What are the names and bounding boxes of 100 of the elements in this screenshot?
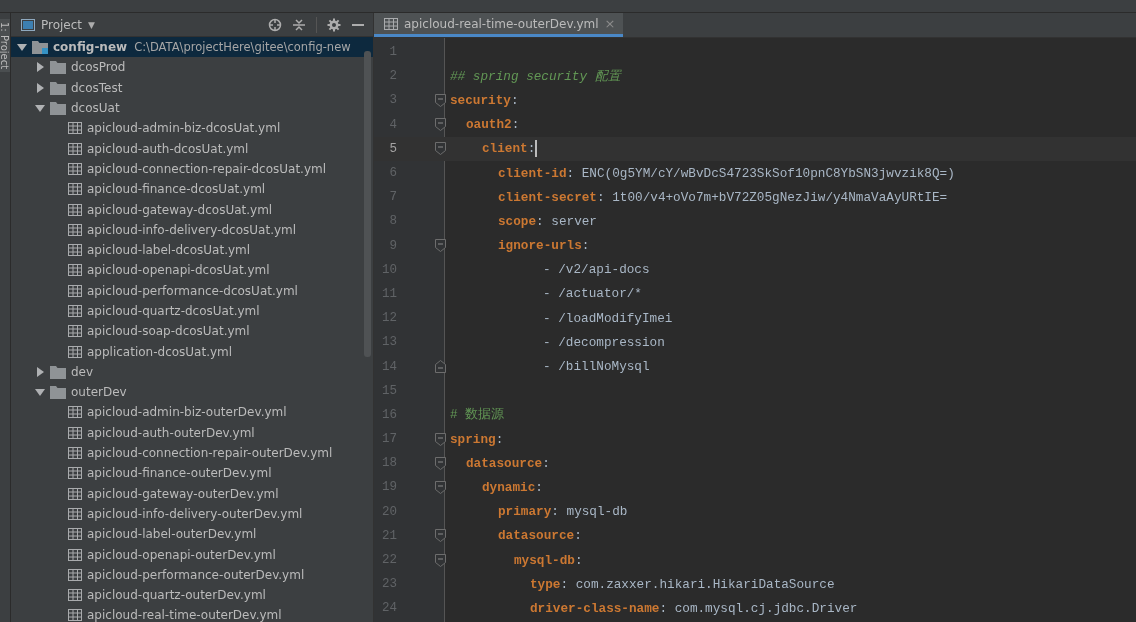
yaml-key: client-secret bbox=[498, 189, 597, 205]
tree-item[interactable]: apicloud-auth-dcosUat.yml bbox=[11, 138, 373, 159]
collapsed-arrow-icon[interactable] bbox=[35, 366, 45, 377]
tree-item[interactable]: dcosProd bbox=[11, 57, 373, 78]
tree-item[interactable]: apicloud-connection-repair-dcosUat.yml bbox=[11, 158, 373, 180]
fold-marker-icon[interactable] bbox=[435, 432, 446, 446]
tree-item[interactable]: apicloud-info-delivery-dcosUat.yml bbox=[11, 219, 373, 240]
collapsed-arrow-icon[interactable] bbox=[35, 82, 45, 93]
table-file-icon bbox=[68, 203, 82, 216]
tree-item[interactable]: apicloud-label-outerDev.yml bbox=[11, 524, 373, 545]
yaml-key: client bbox=[482, 141, 528, 157]
folder-icon bbox=[50, 80, 66, 95]
fold-marker-icon[interactable] bbox=[435, 118, 446, 132]
colon: : bbox=[574, 552, 583, 568]
tree-item[interactable]: apicloud-gateway-dcosUat.yml bbox=[11, 199, 373, 220]
tree-item[interactable]: apicloud-connection-repair-outerDev.yml bbox=[11, 442, 373, 464]
tree-item[interactable]: apicloud-finance-outerDev.yml bbox=[11, 463, 373, 484]
tree-item[interactable]: apicloud-gateway-outerDev.yml bbox=[11, 483, 373, 504]
table-file-icon bbox=[68, 589, 82, 602]
yaml-key: ignore-urls bbox=[498, 238, 582, 254]
tree-item[interactable]: apicloud-admin-biz-outerDev.yml bbox=[11, 402, 373, 423]
tree-item[interactable]: apicloud-label-dcosUat.yml bbox=[11, 239, 373, 261]
colon: : bbox=[510, 92, 519, 108]
expanded-arrow-icon[interactable] bbox=[35, 103, 45, 114]
settings-icon[interactable] bbox=[327, 17, 341, 32]
caret-icon[interactable]: ▼ bbox=[88, 19, 95, 30]
fold-marker-icon[interactable] bbox=[435, 93, 446, 107]
tree-item[interactable]: apicloud-admin-biz-dcosUat.yml bbox=[11, 118, 373, 139]
tree-item[interactable]: application-dcosUat.yml bbox=[11, 341, 373, 362]
tree-item[interactable]: dcosUat bbox=[11, 97, 373, 119]
tree-item[interactable]: apicloud-performance-dcosUat.yml bbox=[11, 280, 373, 301]
tree-item[interactable]: apicloud-soap-dcosUat.yml bbox=[11, 321, 373, 342]
fold-marker-icon[interactable] bbox=[435, 360, 446, 374]
expanded-arrow-icon[interactable] bbox=[35, 387, 45, 398]
table-file-icon bbox=[68, 467, 82, 480]
folder-icon bbox=[50, 60, 66, 75]
text-cursor bbox=[535, 140, 537, 158]
tree-item-label: apicloud-performance-dcosUat.yml bbox=[87, 283, 298, 298]
list-item: - /loadModifyImei bbox=[543, 310, 673, 326]
tree-item[interactable]: apicloud-quartz-dcosUat.yml bbox=[11, 300, 373, 322]
yaml-value: mysql-db bbox=[566, 504, 628, 520]
tree-item[interactable]: apicloud-performance-outerDev.yml bbox=[11, 564, 373, 585]
colon: : bbox=[542, 455, 550, 471]
tree-item[interactable]: config-new C:\DATA\projectHere\gitee\config-new bbox=[11, 37, 373, 58]
code-comment: ## spring security 配置 bbox=[450, 67, 621, 85]
table-file-icon bbox=[68, 609, 82, 622]
table-file-icon bbox=[68, 325, 82, 338]
table-file-icon bbox=[68, 142, 82, 155]
fold-marker-icon[interactable] bbox=[435, 480, 446, 494]
tree-item-label: apicloud-connection-repair-outerDev.yml bbox=[87, 446, 333, 461]
colon: : bbox=[527, 141, 536, 157]
tree-item[interactable]: apicloud-quartz-outerDev.yml bbox=[11, 585, 373, 606]
fold-marker-icon[interactable] bbox=[435, 456, 446, 470]
collapse-icon[interactable] bbox=[292, 17, 306, 32]
colon: : bbox=[597, 189, 605, 205]
colon: : bbox=[511, 117, 520, 133]
fold-marker-icon[interactable] bbox=[435, 142, 446, 156]
colon: : bbox=[495, 431, 504, 447]
table-file-icon bbox=[68, 223, 82, 236]
list-item: - /v2/api-docs bbox=[543, 262, 650, 278]
tree-item-label: apicloud-quartz-dcosUat.yml bbox=[87, 304, 260, 318]
tree-item[interactable]: outerDev bbox=[11, 382, 373, 403]
tree-item-label: apicloud-label-outerDev.yml bbox=[87, 527, 257, 542]
fold-marker-icon[interactable] bbox=[435, 239, 446, 253]
colon: : bbox=[581, 238, 590, 254]
tree-item[interactable]: dcosTest bbox=[11, 77, 373, 98]
editor-tab[interactable]: apicloud-real-time-outerDev.yml × bbox=[374, 13, 624, 37]
fold-marker-icon[interactable] bbox=[435, 529, 446, 543]
collapsed-arrow-icon[interactable] bbox=[35, 62, 45, 73]
folder-icon bbox=[50, 385, 66, 400]
table-file-icon bbox=[68, 528, 82, 541]
table-file-icon bbox=[384, 17, 398, 30]
scrollbar-thumb[interactable] bbox=[364, 51, 371, 357]
tree-item[interactable]: apicloud-finance-dcosUat.yml bbox=[11, 179, 373, 200]
expanded-arrow-icon[interactable] bbox=[17, 42, 27, 53]
yaml-key: datasource bbox=[466, 455, 543, 471]
window-icon bbox=[21, 18, 35, 31]
tree-item[interactable]: apicloud-real-time-outerDev.yml bbox=[11, 605, 373, 622]
tree-item[interactable]: apicloud-auth-outerDev.yml bbox=[11, 422, 373, 443]
tree-item[interactable]: apicloud-openapi-outerDev.yml bbox=[11, 544, 373, 565]
fold-marker-icon[interactable] bbox=[435, 553, 446, 567]
yaml-key: primary bbox=[498, 504, 552, 520]
panel-title[interactable]: Project bbox=[41, 17, 83, 32]
tree-item[interactable]: dev bbox=[11, 361, 373, 383]
tree-item-label: apicloud-performance-outerDev.yml bbox=[87, 567, 305, 582]
tree-item-label: apicloud-finance-outerDev.yml bbox=[87, 466, 272, 481]
yaml-value: ENC(0g5YM/cY/wBvDcS4723SkSof10pnC8YbSN3jwvzik8Q=) bbox=[581, 165, 955, 181]
module-folder-icon bbox=[32, 40, 48, 55]
tree-item-label: apicloud-admin-biz-outerDev.yml bbox=[87, 405, 287, 420]
tree-item-label: apicloud-gateway-outerDev.yml bbox=[87, 486, 279, 501]
colon: : bbox=[659, 600, 668, 616]
tree-item[interactable]: apicloud-openapi-dcosUat.yml bbox=[11, 260, 373, 281]
tree-item-label: apicloud-finance-dcosUat.yml bbox=[87, 182, 266, 197]
crosshair-icon[interactable] bbox=[268, 17, 282, 32]
tree-item-label: apicloud-real-time-outerDev.yml bbox=[87, 608, 282, 622]
table-file-icon bbox=[68, 345, 82, 358]
table-file-icon bbox=[68, 264, 82, 277]
colon: : bbox=[566, 165, 575, 181]
tree-item[interactable]: apicloud-info-delivery-outerDev.yml bbox=[11, 503, 373, 525]
table-file-icon bbox=[68, 122, 82, 135]
